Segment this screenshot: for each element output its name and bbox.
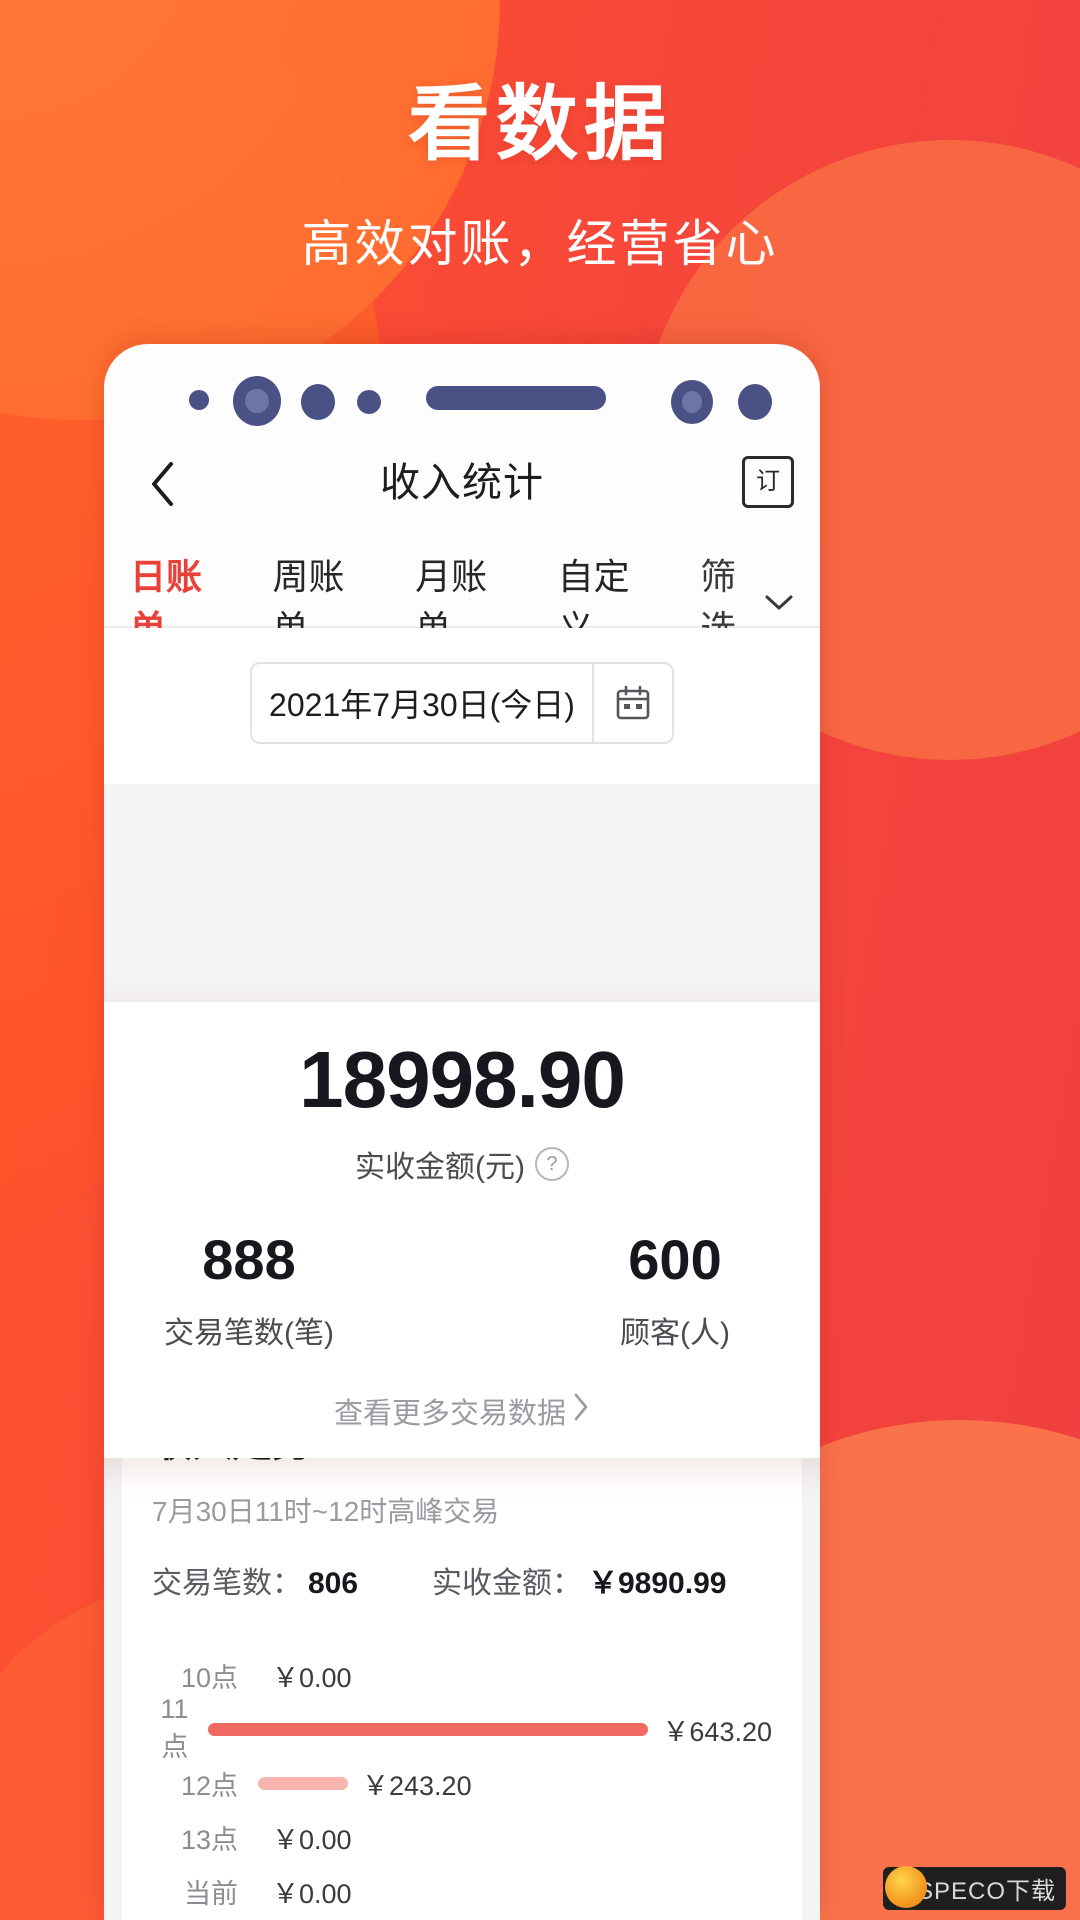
status-dot-ring-2 — [671, 380, 713, 424]
hero-section: 看数据 高效对账，经营省心 — [0, 84, 1080, 276]
chart-value-label: ￥243.20 — [362, 1770, 472, 1801]
summary-metric-value: 888 — [202, 1228, 296, 1291]
page-title: 收入统计 — [380, 461, 544, 505]
subscribe-label: 订 — [756, 468, 780, 495]
question-mark-icon[interactable]: ? — [534, 1147, 569, 1181]
trend-stat-amount-label: 实收金额： — [432, 1567, 582, 1600]
date-picker[interactable]: 2021年7月30日(今日) — [250, 662, 674, 744]
chart-value-label: ￥0.00 — [272, 1878, 352, 1909]
summary-metric-customers: 600 顾客(人) — [462, 1232, 820, 1352]
date-picker-section: 2021年7月30日(今日) — [104, 628, 820, 784]
screen-content: 2021年7月30日(今日) 收入走势 7月30日11时~12时高峰交易 — [104, 628, 820, 1920]
calendar-icon[interactable] — [594, 684, 672, 722]
chart-bar — [208, 1722, 649, 1736]
trend-stat-amount-value: ￥9890.99 — [588, 1567, 727, 1600]
status-dot-medium-2 — [738, 384, 772, 420]
chevron-right-icon — [572, 1392, 590, 1430]
subscribe-button[interactable]: 订 — [742, 456, 794, 508]
chart-row: 12点 ￥243.20 — [152, 1756, 772, 1810]
chart-bar — [258, 1776, 348, 1790]
status-pill — [426, 386, 606, 410]
chart-category-label: 11点 — [160, 1694, 189, 1762]
status-bar — [104, 344, 820, 448]
trend-stats: 交易笔数： 806 实收金额： ￥9890.99 — [152, 1558, 772, 1602]
view-more-label: 查看更多交易数据 — [333, 1398, 566, 1430]
chevron-down-icon — [764, 579, 794, 621]
trend-stat-transactions: 交易笔数： 806 — [152, 1558, 432, 1602]
summary-amount-label: 实收金额(元) — [355, 1151, 525, 1184]
chart-track: ￥0.00 — [258, 1810, 772, 1864]
trend-stat-transactions-label: 交易笔数： — [152, 1567, 302, 1600]
chart-row: 13点 ￥0.00 — [152, 1810, 772, 1864]
navigation-bar: 收入统计 订 — [104, 448, 820, 534]
chart-track: ￥0.00 — [258, 1864, 772, 1918]
status-dot-medium-1 — [301, 384, 335, 420]
summary-metric-label: 顾客(人) — [620, 1317, 730, 1350]
orange-circle-logo-icon — [884, 1866, 927, 1908]
chart-track: ￥243.20 — [258, 1756, 772, 1810]
trend-stat-transactions-value: 806 — [308, 1567, 359, 1600]
summary-amount: 18998.90 — [299, 1035, 626, 1124]
chart-category-label: 10点 — [180, 1662, 238, 1693]
chart-category-label: 12点 — [180, 1770, 238, 1801]
chart-row: 10点 ￥0.00 — [152, 1648, 772, 1702]
chart-category-label: 当前 — [184, 1878, 238, 1909]
summary-metric-value: 600 — [628, 1228, 722, 1291]
chart-track: ￥643.20 — [208, 1702, 772, 1756]
view-more-transactions-link[interactable]: 查看更多交易数据 — [104, 1390, 820, 1432]
status-dot-ring-1 — [233, 376, 281, 426]
summary-metrics: 888 交易笔数(笔) 600 顾客(人) — [104, 1232, 820, 1352]
chart-category-label: 13点 — [180, 1824, 238, 1855]
trend-peak-text: 7月30日11时~12时高峰交易 — [152, 1496, 500, 1527]
summary-metric-label: 交易笔数(笔) — [164, 1317, 334, 1350]
tab-bar: 日账单 周账单 月账单 自定义 筛选 — [104, 534, 820, 670]
summary-card: 18998.90 实收金额(元) ? 888 交易笔数(笔) 600 顾客(人)… — [104, 1002, 820, 1458]
status-dot-small-2 — [357, 390, 381, 414]
income-trend-chart: 10点 ￥0.00 11点 ￥643.20 12点 ￥243.20 13点 ￥0… — [152, 1648, 772, 1918]
summary-amount-label-row: 实收金额(元) ? — [104, 1142, 820, 1186]
status-dot-small-1 — [189, 390, 209, 410]
chart-value-label: ￥643.20 — [662, 1716, 772, 1747]
chart-row: 当前 ￥0.00 — [152, 1864, 772, 1918]
hero-subtitle: 高效对账，经营省心 — [301, 216, 779, 272]
chart-value-label: ￥0.00 — [272, 1662, 352, 1693]
chart-track: ￥0.00 — [258, 1648, 772, 1702]
chart-row: 11点 ￥643.20 — [152, 1694, 772, 1762]
chart-value-label: ￥0.00 — [272, 1824, 352, 1855]
date-picker-value: 2021年7月30日(今日) — [269, 687, 575, 723]
trend-stat-amount: 实收金额： ￥9890.99 — [432, 1558, 726, 1602]
phone-mockup: 收入统计 订 日账单 周账单 月账单 自定义 筛选 — [104, 344, 820, 1920]
hero-title: 看数据 — [407, 79, 672, 170]
summary-metric-transactions: 888 交易笔数(笔) — [104, 1232, 462, 1352]
watermark: SPECO下载 — [882, 1866, 1066, 1910]
watermark-text: SPECO下载 — [916, 1878, 1056, 1905]
